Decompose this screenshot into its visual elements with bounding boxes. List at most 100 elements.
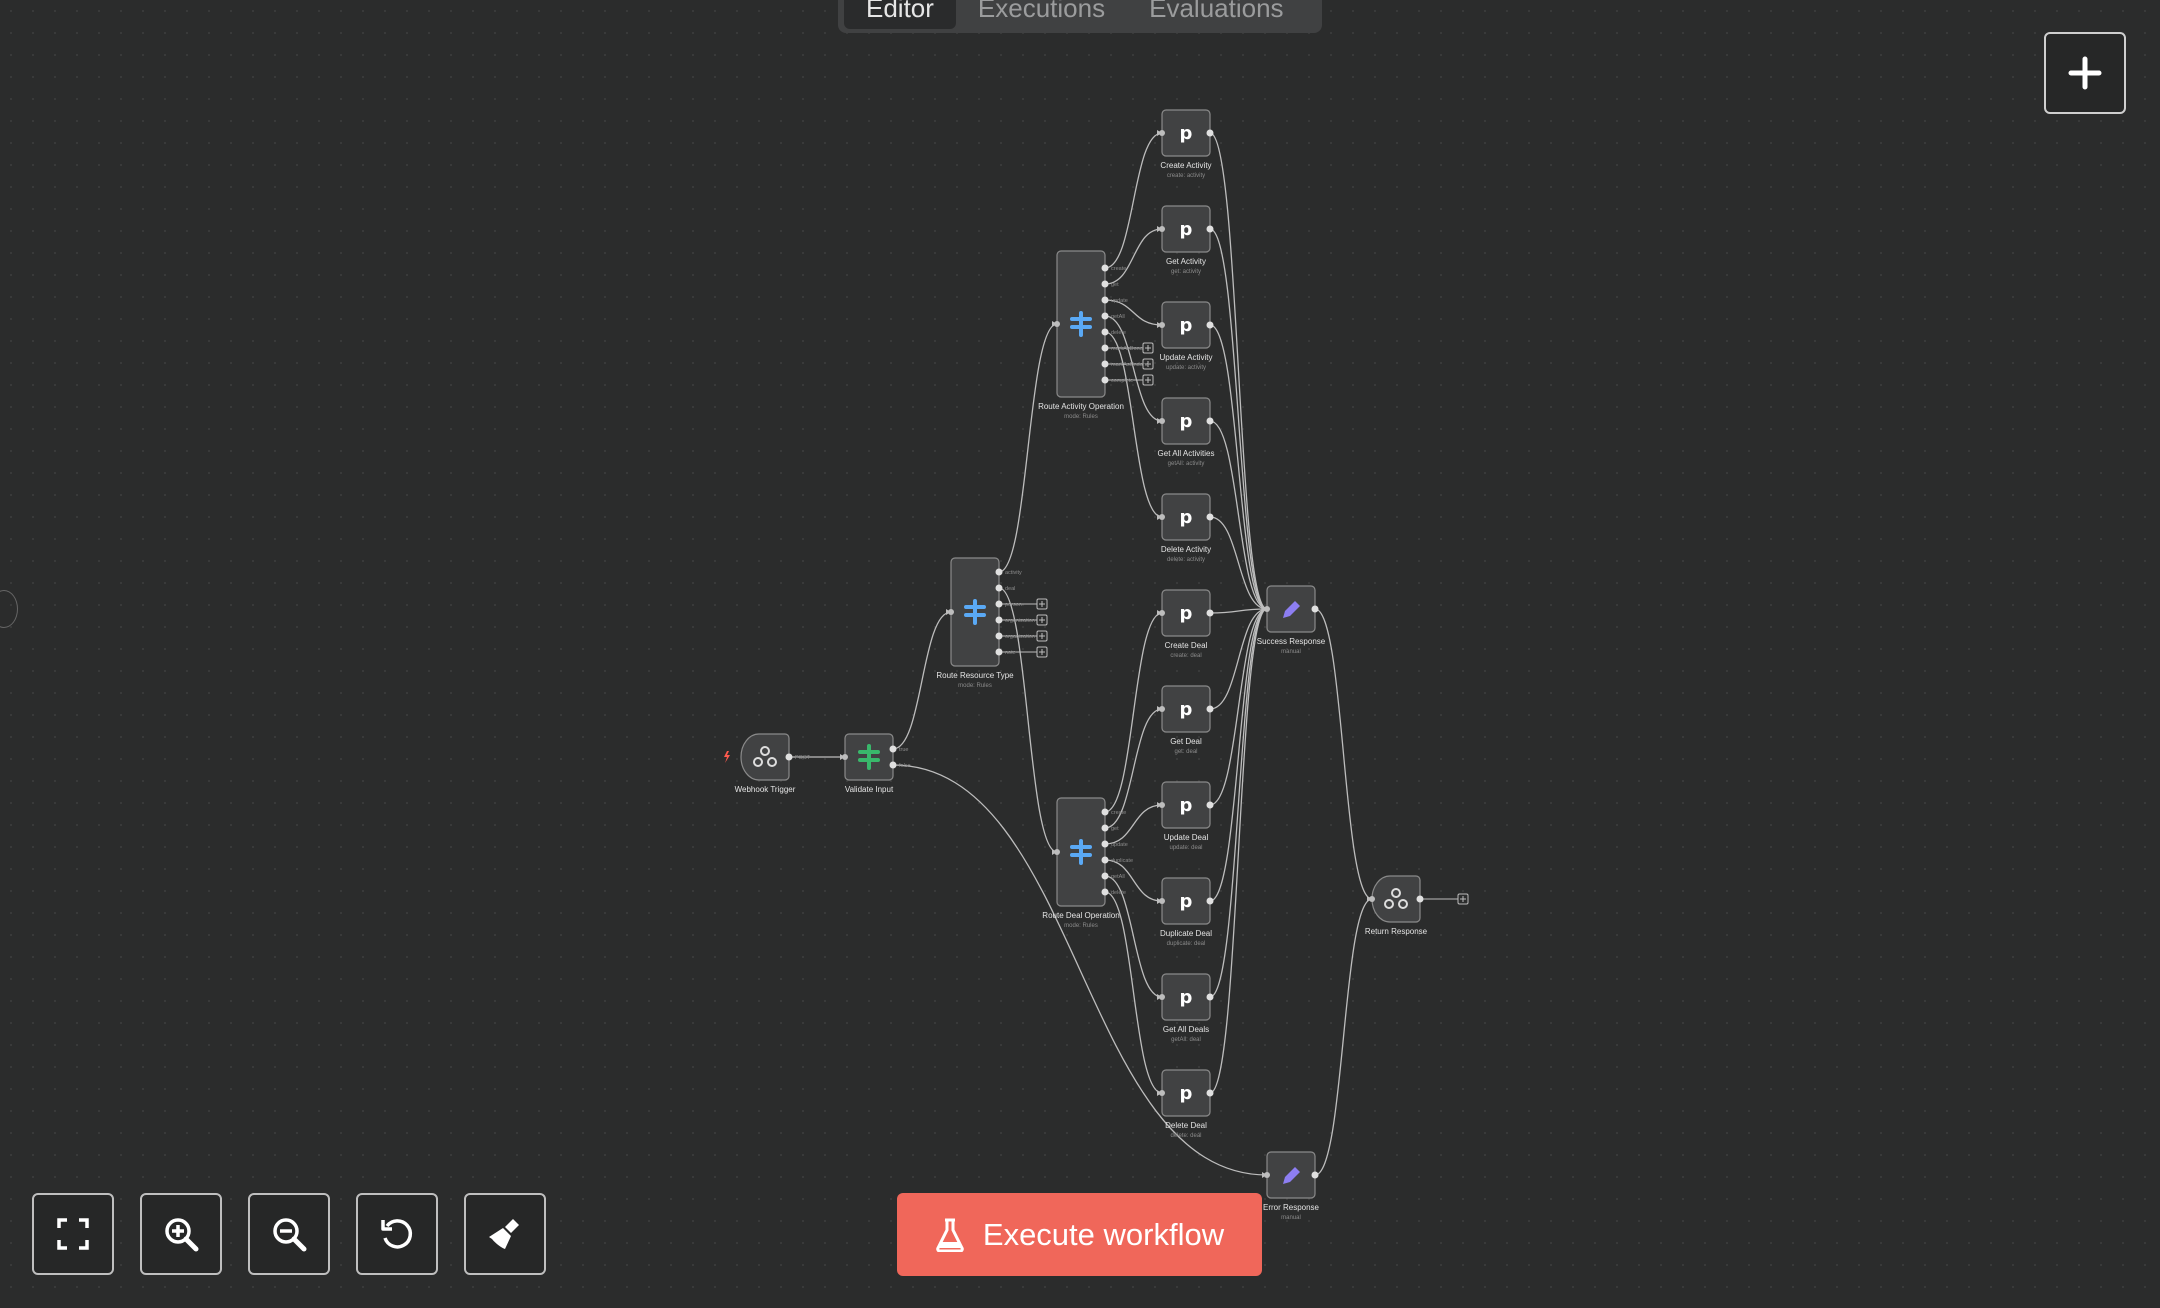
tab-executions[interactable]: Executions xyxy=(956,0,1127,29)
input-handle[interactable] xyxy=(1159,802,1165,808)
node-delete-activity[interactable]: p Delete Activity delete: activity xyxy=(1159,493,1214,563)
edge-success-to-return[interactable] xyxy=(1314,608,1373,900)
edge-route_resource-to-route_deal[interactable] xyxy=(998,587,1058,853)
pipedrive-icon: p xyxy=(1180,987,1193,1008)
input-handle[interactable] xyxy=(1369,896,1375,902)
output-handle[interactable] xyxy=(1206,225,1214,233)
node-route-deal[interactable]: create get update duplicate getAll delete Rout… xyxy=(1042,797,1133,929)
output-handle[interactable] xyxy=(1206,1089,1214,1097)
output-handle[interactable] xyxy=(889,761,897,769)
input-handle[interactable] xyxy=(1159,322,1165,328)
output-handle[interactable] xyxy=(1101,856,1109,864)
node-create-deal[interactable]: p Create Deal create: deal xyxy=(1159,589,1214,659)
output-handle[interactable] xyxy=(1206,993,1214,1001)
output-handle[interactable] xyxy=(1206,513,1214,521)
output-handle[interactable] xyxy=(1206,897,1214,905)
output-handle[interactable] xyxy=(1206,705,1214,713)
input-handle[interactable] xyxy=(1159,706,1165,712)
output-handle[interactable] xyxy=(1101,312,1109,320)
edge-route_activity-to-create_activity[interactable] xyxy=(1104,132,1163,269)
output-handle[interactable] xyxy=(995,632,1003,640)
node-getall-deals[interactable]: p Get All Deals getAll: deal xyxy=(1159,973,1214,1043)
output-handle[interactable] xyxy=(1416,895,1424,903)
input-handle[interactable] xyxy=(948,609,954,615)
node-getall-activities[interactable]: p Get All Activities getAll: activity xyxy=(1158,397,1215,467)
edge-route_resource-to-route_activity[interactable] xyxy=(998,323,1058,573)
workflow-canvas[interactable]: POST Webhook Trigger true false Validate Inp… xyxy=(0,0,2160,1308)
node-success[interactable]: Success Response manual xyxy=(1257,585,1326,655)
node-update-deal[interactable]: p Update Deal update: deal xyxy=(1159,781,1214,851)
input-handle[interactable] xyxy=(1159,226,1165,232)
output-handle[interactable] xyxy=(1206,801,1214,809)
node-title: Error Response xyxy=(1263,1203,1320,1212)
output-handle[interactable] xyxy=(1101,344,1109,352)
output-handle[interactable] xyxy=(1206,417,1214,425)
node-create-activity[interactable]: p Create Activity create: activity xyxy=(1159,109,1214,179)
edge-get_activity-to-success[interactable] xyxy=(1209,228,1268,610)
node-error[interactable]: Error Response manual xyxy=(1263,1151,1320,1221)
node-webhook[interactable]: POST Webhook Trigger xyxy=(724,733,811,794)
node-validate[interactable]: true false Validate Input xyxy=(842,733,911,794)
input-handle[interactable] xyxy=(1159,610,1165,616)
edge-delete_deal-to-success[interactable] xyxy=(1209,608,1268,1094)
output-handle[interactable] xyxy=(1101,328,1109,336)
edge-route_activity-to-get_activity[interactable] xyxy=(1104,228,1163,285)
node-route-resource[interactable]: activity deal person organization organizati… xyxy=(936,557,1035,689)
node-get-deal[interactable]: p Get Deal get: deal xyxy=(1159,685,1214,755)
edge-create_activity-to-success[interactable] xyxy=(1209,132,1268,610)
node-route-activity[interactable]: create get update getAll delete markAsDone mar… xyxy=(1038,250,1149,420)
input-handle[interactable] xyxy=(1159,514,1165,520)
output-handle[interactable] xyxy=(995,584,1003,592)
execute-workflow-button[interactable]: Execute workflow xyxy=(897,1193,1262,1276)
output-handle[interactable] xyxy=(1101,360,1109,368)
input-handle[interactable] xyxy=(1159,994,1165,1000)
tab-editor[interactable]: Editor xyxy=(844,0,956,29)
output-handle[interactable] xyxy=(889,745,897,753)
reset-zoom-button[interactable] xyxy=(356,1193,438,1275)
fit-view-button[interactable] xyxy=(32,1193,114,1275)
input-handle[interactable] xyxy=(1159,1090,1165,1096)
zoom-out-button[interactable] xyxy=(248,1193,330,1275)
output-handle[interactable] xyxy=(1311,605,1319,613)
input-handle[interactable] xyxy=(1159,130,1165,136)
output-handle[interactable] xyxy=(995,648,1003,656)
output-handle[interactable] xyxy=(1101,824,1109,832)
tidy-up-button[interactable] xyxy=(464,1193,546,1275)
output-handle[interactable] xyxy=(1101,376,1109,384)
add-node-button[interactable] xyxy=(2044,32,2126,114)
output-handle[interactable] xyxy=(1101,808,1109,816)
input-handle[interactable] xyxy=(1054,321,1060,327)
tab-evaluations[interactable]: Evaluations xyxy=(1127,0,1305,29)
input-handle[interactable] xyxy=(1264,1172,1270,1178)
output-handle[interactable] xyxy=(995,616,1003,624)
node-duplicate-deal[interactable]: p Duplicate Deal duplicate: deal xyxy=(1159,877,1214,947)
output-handle[interactable] xyxy=(1101,264,1109,272)
edge-getall_deals-to-success[interactable] xyxy=(1209,608,1268,998)
input-handle[interactable] xyxy=(1159,898,1165,904)
output-handle[interactable] xyxy=(995,600,1003,608)
output-handle[interactable] xyxy=(1101,872,1109,880)
output-handle[interactable] xyxy=(1101,888,1109,896)
node-get-activity[interactable]: p Get Activity get: activity xyxy=(1159,205,1214,275)
input-handle[interactable] xyxy=(1264,606,1270,612)
input-handle[interactable] xyxy=(1054,849,1060,855)
node-delete-deal[interactable]: p Delete Deal delete: deal xyxy=(1159,1069,1214,1139)
edge-route_activity-to-delete_activity[interactable] xyxy=(1104,331,1163,518)
edge-validate-to-route_resource[interactable] xyxy=(892,611,952,750)
output-handle[interactable] xyxy=(1101,840,1109,848)
node-return[interactable]: Return Response xyxy=(1365,875,1428,936)
input-handle[interactable] xyxy=(842,754,848,760)
output-handle[interactable] xyxy=(785,753,793,761)
output-handle[interactable] xyxy=(1101,280,1109,288)
output-handle[interactable] xyxy=(1206,609,1214,617)
output-handle[interactable] xyxy=(1311,1171,1319,1179)
input-handle[interactable] xyxy=(1159,418,1165,424)
output-handle[interactable] xyxy=(995,568,1003,576)
zoom-in-button[interactable] xyxy=(140,1193,222,1275)
output-handle[interactable] xyxy=(1101,296,1109,304)
output-handle[interactable] xyxy=(1206,129,1214,137)
edge-getall_activities-to-success[interactable] xyxy=(1209,420,1268,610)
node-update-activity[interactable]: p Update Activity update: activity xyxy=(1159,301,1214,371)
edge-error-to-return[interactable] xyxy=(1314,898,1373,1176)
output-handle[interactable] xyxy=(1206,321,1214,329)
